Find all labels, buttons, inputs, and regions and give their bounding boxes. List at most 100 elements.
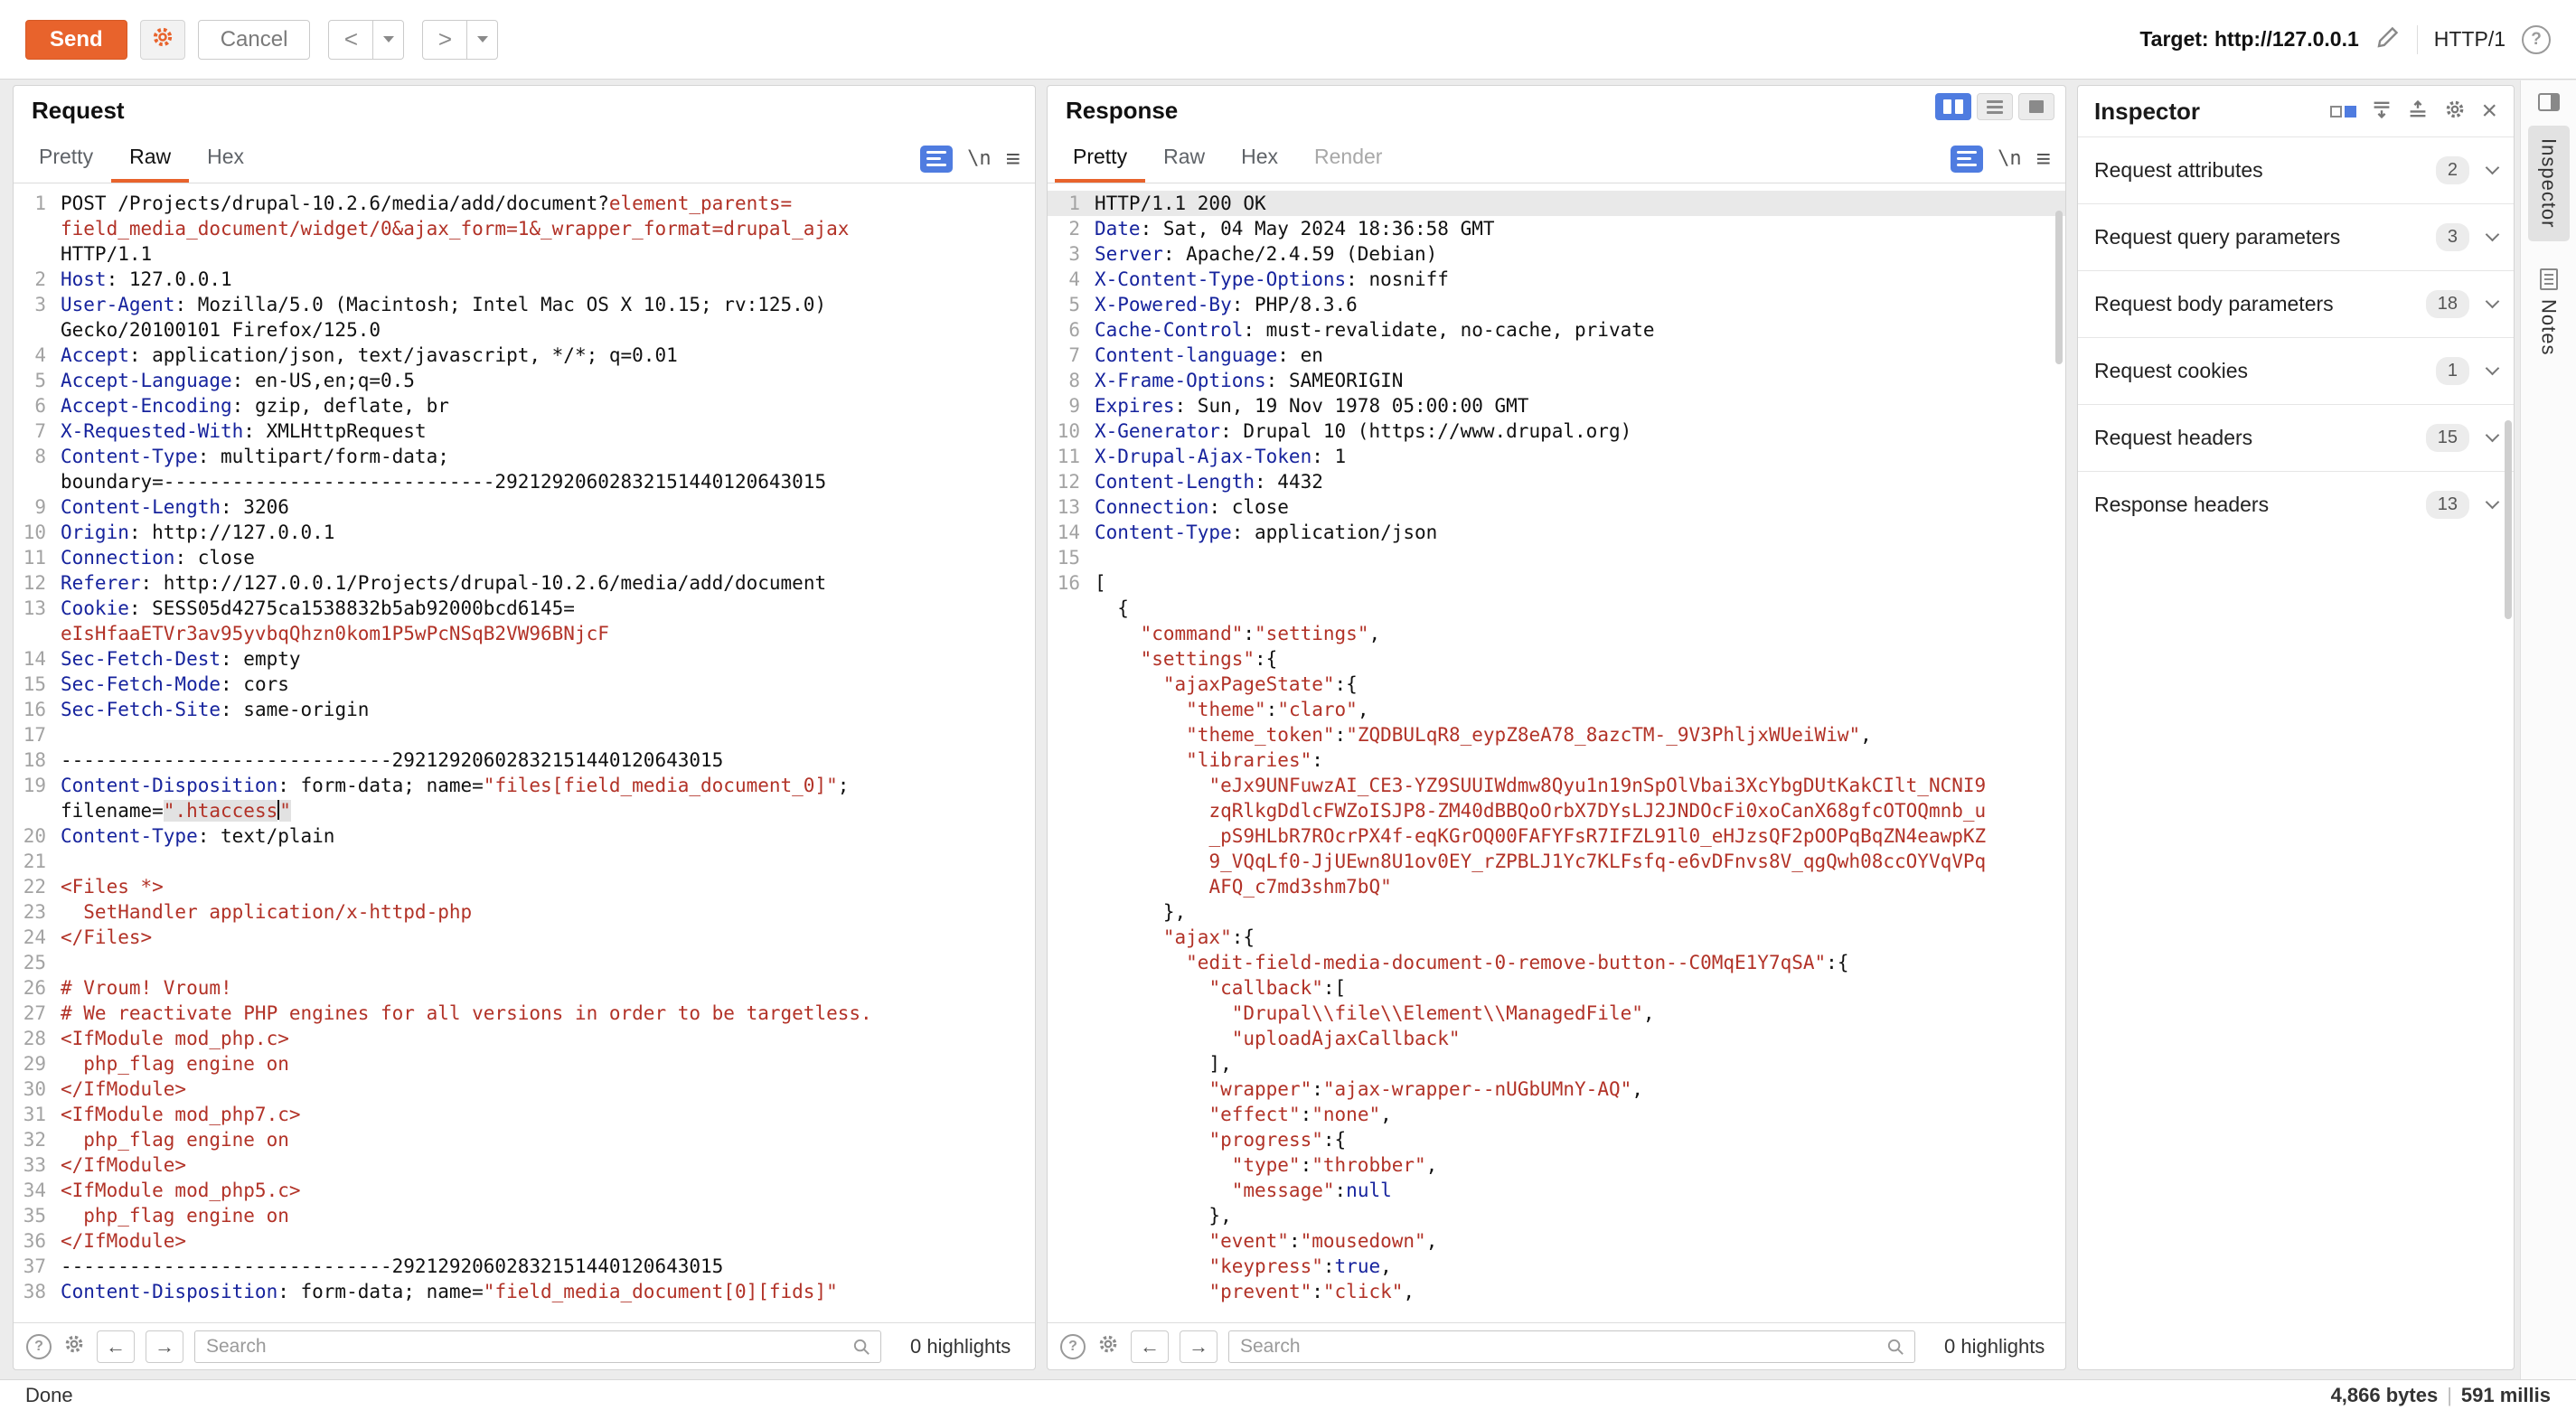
code-line[interactable]: 4Accept: application/json, text/javascri…	[14, 343, 1035, 368]
code-line[interactable]: boundary=-----------------------------29…	[14, 469, 1035, 494]
code-line[interactable]: 37-----------------------------292129206…	[14, 1254, 1035, 1279]
layout-columns-button[interactable]	[1935, 93, 1971, 120]
code-line[interactable]: 16Sec-Fetch-Site: same-origin	[14, 697, 1035, 722]
code-line[interactable]: Gecko/20100101 Firefox/125.0	[14, 317, 1035, 343]
code-line[interactable]: {	[1048, 596, 2065, 621]
code-line[interactable]: 2Date: Sat, 04 May 2024 18:36:58 GMT	[1048, 216, 2065, 241]
code-line[interactable]: 19Content-Disposition: form-data; name="…	[14, 773, 1035, 798]
code-line[interactable]: ],	[1048, 1051, 2065, 1076]
side-tab-notes[interactable]: Notes	[2528, 256, 2570, 368]
code-line[interactable]: 34<IfModule mod_php5.c>	[14, 1178, 1035, 1203]
code-line[interactable]: 24</Files>	[14, 925, 1035, 950]
inspector-settings-icon[interactable]	[2443, 98, 2467, 126]
code-line[interactable]: 1POST /Projects/drupal-10.2.6/media/add/…	[14, 191, 1035, 216]
code-line[interactable]: 13Cookie: SESS05d4275ca1538832b5ab92000b…	[14, 596, 1035, 621]
tab-raw[interactable]: Raw	[111, 135, 189, 183]
code-line[interactable]: 11X-Drupal-Ajax-Token: 1	[1048, 444, 2065, 469]
prev-match-button[interactable]: ←	[1131, 1330, 1169, 1363]
code-line[interactable]: 10Origin: http://127.0.0.1	[14, 520, 1035, 545]
format-toggle-icon[interactable]	[1951, 146, 1983, 173]
history-forward-button[interactable]: >	[422, 20, 467, 60]
layout-rows-button[interactable]	[1977, 93, 2013, 120]
code-line[interactable]: 30</IfModule>	[14, 1076, 1035, 1102]
code-line[interactable]: "type":"throbber",	[1048, 1152, 2065, 1178]
code-line[interactable]: 25	[14, 950, 1035, 975]
code-line[interactable]: "uploadAjaxCallback"	[1048, 1026, 2065, 1051]
code-line[interactable]: 9_VQqLf0-JjUEwn8U1ov0EY_rZPBLJ1Yc7KLFsfq…	[1048, 849, 2065, 874]
code-line[interactable]: 3User-Agent: Mozilla/5.0 (Macintosh; Int…	[14, 292, 1035, 317]
code-line[interactable]: 33</IfModule>	[14, 1152, 1035, 1178]
code-line[interactable]: 22<Files *>	[14, 874, 1035, 899]
search-help-icon[interactable]: ?	[1060, 1334, 1086, 1359]
code-line[interactable]: zqRlkgDdlcFWZoISJP8-ZM40dBBQoOrbX7DYsLJ2…	[1048, 798, 2065, 823]
code-line[interactable]: 8X-Frame-Options: SAMEORIGIN	[1048, 368, 2065, 393]
code-line[interactable]: 7X-Requested-With: XMLHttpRequest	[14, 418, 1035, 444]
code-line[interactable]: "event":"mousedown",	[1048, 1228, 2065, 1254]
response-search-input[interactable]	[1228, 1330, 1915, 1363]
editor-menu-icon[interactable]: ≡	[2036, 145, 2051, 174]
dock-panel-icon[interactable]	[2538, 93, 2560, 111]
code-line[interactable]: 20Content-Type: text/plain	[14, 823, 1035, 849]
code-line[interactable]: 31<IfModule mod_php7.c>	[14, 1102, 1035, 1127]
close-icon[interactable]: ×	[2481, 98, 2497, 125]
inspector-section-response-headers[interactable]: Response headers13	[2078, 471, 2514, 538]
code-line[interactable]: 12Referer: http://127.0.0.1/Projects/dru…	[14, 570, 1035, 596]
tab-render[interactable]: Render	[1296, 135, 1400, 183]
code-line[interactable]: 14Sec-Fetch-Dest: empty	[14, 646, 1035, 672]
code-line[interactable]: 17	[14, 722, 1035, 747]
cancel-button[interactable]: Cancel	[198, 20, 311, 60]
code-line[interactable]: "command":"settings",	[1048, 621, 2065, 646]
code-line[interactable]: 9Content-Length: 3206	[14, 494, 1035, 520]
code-line[interactable]: },	[1048, 1203, 2065, 1228]
code-line[interactable]: 38Content-Disposition: form-data; name="…	[14, 1279, 1035, 1304]
code-line[interactable]: filename=".htaccess"	[14, 798, 1035, 823]
code-line[interactable]: 15Sec-Fetch-Mode: cors	[14, 672, 1035, 697]
code-line[interactable]: 2Host: 127.0.0.1	[14, 267, 1035, 292]
code-line[interactable]: "edit-field-media-document-0-remove-butt…	[1048, 950, 2065, 975]
history-back-dropdown[interactable]	[373, 20, 404, 60]
code-line[interactable]: 32 php_flag engine on	[14, 1127, 1035, 1152]
dock-position-icon[interactable]	[2330, 106, 2356, 118]
collapse-all-icon[interactable]	[2371, 99, 2393, 125]
code-line[interactable]: 11Connection: close	[14, 545, 1035, 570]
prev-match-button[interactable]: ←	[97, 1330, 135, 1363]
newline-toggle-icon[interactable]: \n	[967, 147, 992, 170]
code-line[interactable]: "prevent":"click",	[1048, 1279, 2065, 1304]
code-line[interactable]: 29 php_flag engine on	[14, 1051, 1035, 1076]
code-line[interactable]: field_media_document/widget/0&ajax_form=…	[14, 216, 1035, 241]
code-line[interactable]: "message":null	[1048, 1178, 2065, 1203]
code-line[interactable]: "theme_token":"ZQDBULqR8_eypZ8eA78_8azcT…	[1048, 722, 2065, 747]
tab-hex[interactable]: Hex	[189, 135, 262, 183]
code-line[interactable]: "keypress":true,	[1048, 1254, 2065, 1279]
search-help-icon[interactable]: ?	[26, 1334, 52, 1359]
code-line[interactable]: 21	[14, 849, 1035, 874]
send-settings-button[interactable]	[140, 20, 185, 60]
code-line[interactable]: 3Server: Apache/2.4.59 (Debian)	[1048, 241, 2065, 267]
code-line[interactable]: "effect":"none",	[1048, 1102, 2065, 1127]
inspector-section-request-body-parameters[interactable]: Request body parameters18	[2078, 270, 2514, 337]
code-line[interactable]: 6Accept-Encoding: gzip, deflate, br	[14, 393, 1035, 418]
code-line[interactable]: "libraries":	[1048, 747, 2065, 773]
response-viewer[interactable]: 1HTTP/1.1 200 OK2Date: Sat, 04 May 2024 …	[1048, 183, 2065, 1322]
search-settings-icon[interactable]	[62, 1332, 86, 1360]
code-line[interactable]: "eJx9UNFuwzAI_CE3-YZ9SUUIWdmw8Qyu1n19nSp…	[1048, 773, 2065, 798]
code-line[interactable]: 12Content-Length: 4432	[1048, 469, 2065, 494]
search-settings-icon[interactable]	[1096, 1332, 1120, 1360]
code-line[interactable]: 8Content-Type: multipart/form-data;	[14, 444, 1035, 469]
code-line[interactable]: "settings":{	[1048, 646, 2065, 672]
code-line[interactable]: "ajax":{	[1048, 925, 2065, 950]
send-button[interactable]: Send	[25, 20, 127, 60]
code-line[interactable]: 13Connection: close	[1048, 494, 2065, 520]
tab-raw[interactable]: Raw	[1145, 135, 1223, 183]
history-forward-dropdown[interactable]	[467, 20, 498, 60]
code-line[interactable]: 15	[1048, 545, 2065, 570]
inspector-section-request-attributes[interactable]: Request attributes2	[2078, 136, 2514, 203]
scrollbar-thumb[interactable]	[2055, 211, 2063, 364]
help-icon[interactable]: ?	[2522, 25, 2551, 54]
code-line[interactable]: },	[1048, 899, 2065, 925]
request-search-input[interactable]	[194, 1330, 881, 1363]
format-toggle-icon[interactable]	[920, 146, 953, 173]
code-line[interactable]: AFQ_c7md3shm7bQ"	[1048, 874, 2065, 899]
code-line[interactable]: 36</IfModule>	[14, 1228, 1035, 1254]
editor-menu-icon[interactable]: ≡	[1006, 145, 1020, 174]
